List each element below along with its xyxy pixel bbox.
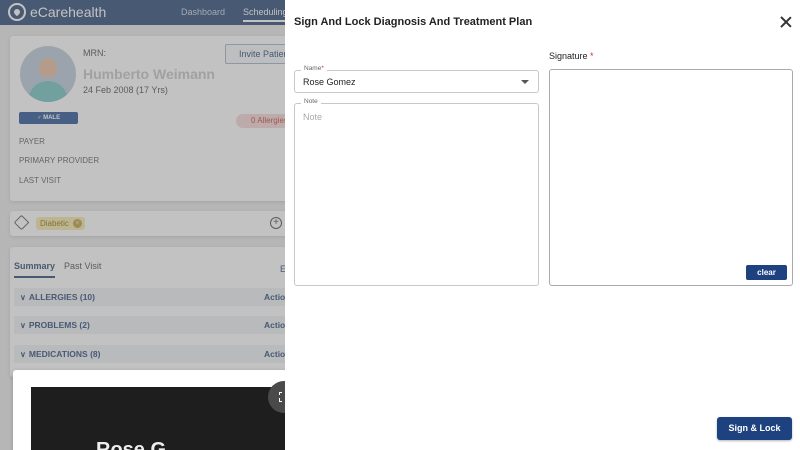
close-icon[interactable] [779,15,793,29]
note-placeholder: Note [303,112,323,122]
signature-label: Signature * [549,51,594,61]
note-textarea[interactable]: Note Note [294,98,539,286]
drawer-title: Sign And Lock Diagnosis And Treatment Pl… [294,16,533,28]
sign-lock-drawer: Sign And Lock Diagnosis And Treatment Pl… [285,0,800,450]
video-participant-name: Rose G [96,439,167,450]
video-feed: Rose G [31,387,295,450]
video-call-panel: Rose G [13,370,313,450]
name-field-value: Rose Gomez [303,77,356,87]
name-field-label: Name* [301,65,327,72]
sign-and-lock-button[interactable]: Sign & Lock [717,417,792,440]
dropdown-caret-icon [521,80,529,84]
signature-pad[interactable] [549,69,793,286]
note-field-label: Note [301,98,321,105]
clear-signature-button[interactable]: clear [746,265,787,280]
provider-name-select[interactable]: Name* Rose Gomez [294,65,539,93]
